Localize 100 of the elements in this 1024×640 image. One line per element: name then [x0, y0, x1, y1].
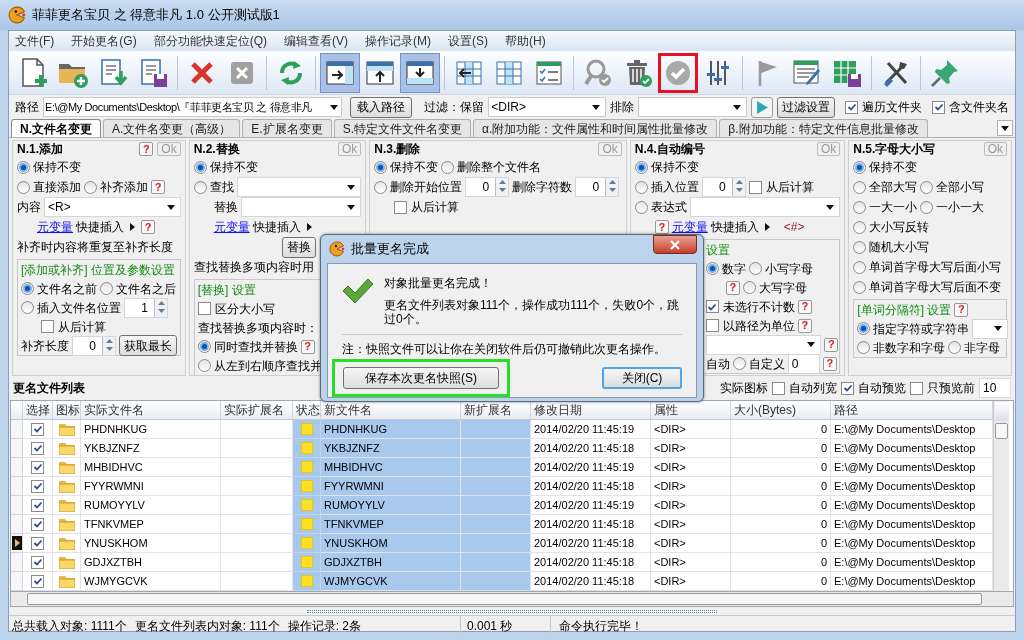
checkbox[interactable]: 遍历文件夹	[845, 98, 922, 116]
column-header[interactable]: 实际文件名	[81, 401, 221, 419]
column-header[interactable]: 实际扩展名	[221, 401, 293, 419]
checkbox[interactable]: 自动预览	[841, 379, 906, 397]
help-button[interactable]: ?	[822, 356, 837, 371]
checkbox[interactable]: 含文件夹名	[932, 98, 1009, 116]
spin-buttons[interactable]	[102, 336, 115, 355]
spin-box[interactable]: 0	[701, 177, 746, 197]
radio-button[interactable]: 单词首字母大写后面不变	[853, 278, 1002, 296]
spin-box[interactable]: 1	[124, 297, 168, 318]
spin-buttons[interactable]	[154, 298, 167, 317]
combo-box[interactable]: <R>	[44, 197, 181, 217]
play-button[interactable]	[751, 96, 773, 118]
toolbar-button[interactable]	[400, 52, 440, 93]
scrollbar[interactable]	[10, 592, 1014, 607]
input-field[interactable]: 0	[787, 353, 820, 374]
row-header-cell[interactable]	[11, 534, 23, 553]
push-button[interactable]: 获取最长	[119, 335, 177, 356]
radio-button[interactable]: 单词首字母大写后面小写	[853, 258, 1002, 276]
menu-item[interactable]: 部分功能快速定位(Q)	[153, 32, 267, 50]
checkbox[interactable]: 自动列宽	[772, 379, 837, 397]
checkbox[interactable]: 区分大小写	[197, 299, 275, 318]
row-header-cell[interactable]	[11, 553, 23, 572]
radio-button[interactable]: 一小一大	[920, 198, 985, 216]
input-field[interactable]: 10	[979, 378, 1011, 398]
help-button[interactable]: ?	[139, 142, 154, 156]
radio-button[interactable]: 大写字母	[742, 278, 807, 297]
checkbox[interactable]: 未选行不计数	[705, 297, 795, 316]
help-button[interactable]: ?	[824, 337, 839, 352]
tab[interactable]: β.附加功能：特定文件信息批量修改	[719, 119, 928, 137]
column-header[interactable]: 选择	[23, 401, 53, 419]
radio-button[interactable]: 保持不变	[193, 158, 258, 176]
radio-button[interactable]: 保持不变	[853, 158, 918, 176]
radio-button[interactable]: 小写字母	[748, 259, 813, 278]
combo-box[interactable]: E:\@My Documents\Desktop\『菲菲更名宝贝 之 得意非凡	[43, 97, 343, 117]
push-button[interactable]: 替换	[281, 236, 316, 258]
radio-button[interactable]: 大小写反转	[853, 218, 930, 236]
row-header-cell[interactable]	[11, 515, 23, 534]
checkbox[interactable]	[31, 441, 44, 455]
radio-button[interactable]: 文件名之后	[100, 279, 176, 298]
tab[interactable]: E.扩展名变更	[242, 119, 332, 137]
row-header-cell[interactable]	[11, 420, 23, 439]
menu-item[interactable]: 开始更名(G)	[71, 32, 137, 50]
scroll-thumb[interactable]	[995, 423, 1008, 439]
row-header-cell[interactable]	[11, 458, 23, 477]
spin-buttons[interactable]	[495, 178, 509, 196]
checkbox[interactable]	[31, 574, 44, 588]
column-header[interactable]: 大小(Bytes)	[731, 401, 831, 419]
row-header-cell[interactable]	[11, 477, 23, 496]
radio-button[interactable]: 自定义	[732, 354, 785, 373]
menu-item[interactable]: 编辑查看(V)	[284, 32, 348, 50]
dialog-button[interactable]: 关闭(C)	[602, 367, 682, 389]
checkbox[interactable]	[31, 422, 44, 436]
menu-item[interactable]: 操作记录(M)	[365, 32, 431, 50]
radio-button[interactable]: 一大一小	[853, 198, 918, 216]
radio-button[interactable]: 插入位置	[634, 178, 699, 196]
checkbox[interactable]: 从后计算	[394, 198, 460, 216]
radio-button[interactable]: 文件名之前	[21, 279, 97, 298]
tab[interactable]: α.附加功能：文件属性和时间属性批量修改	[473, 119, 718, 137]
radio-button[interactable]: 全部大写	[853, 178, 918, 196]
radio-button[interactable]: 补齐添加	[84, 178, 148, 196]
scroll-thumb[interactable]	[27, 593, 982, 605]
column-header[interactable]: 状态	[293, 401, 321, 419]
combo-box[interactable]: <DIR>	[488, 97, 606, 117]
radio-button[interactable]: 同时查找并替换	[197, 337, 298, 356]
row-header-cell[interactable]	[11, 572, 23, 591]
radio-button[interactable]: 非字母	[948, 338, 1001, 357]
checkbox[interactable]	[31, 460, 44, 474]
checkbox[interactable]: 以路径为单位	[705, 316, 795, 335]
radio-button[interactable]: 随机大小写	[853, 238, 930, 256]
tab[interactable]: N.文件名变更	[11, 119, 101, 137]
tab[interactable]: A.文件名变更（高级）	[103, 119, 241, 137]
help-button[interactable]: ?	[725, 280, 740, 295]
checkbox[interactable]	[31, 555, 44, 569]
tab-menu-button[interactable]	[997, 120, 1013, 136]
scrollbar[interactable]	[993, 401, 1009, 591]
menu-item[interactable]: 文件(F)	[15, 32, 55, 50]
radio-button[interactable]: 直接添加	[17, 178, 81, 196]
radio-button[interactable]: 表达式	[634, 198, 687, 216]
radio-button[interactable]: 数字	[705, 259, 746, 278]
toolbar-button[interactable]	[658, 52, 698, 93]
radio-button[interactable]: 删除整个文件名	[441, 158, 542, 176]
filter-settings-button[interactable]: 过滤设置	[777, 96, 835, 118]
close-button[interactable]	[653, 235, 697, 254]
splitter-handle[interactable]	[307, 609, 717, 613]
menu-item[interactable]: 帮助(H)	[505, 32, 546, 50]
help-button[interactable]: ?	[300, 339, 315, 354]
radio-button[interactable]: 非数字和字母	[857, 338, 946, 357]
dialog-button[interactable]: 保存本次更名快照(S)	[343, 367, 499, 389]
radio-button[interactable]: 全部小写	[920, 178, 985, 196]
radio-button[interactable]: 指定字符或字符串	[857, 319, 970, 338]
help-button[interactable]: ?	[141, 220, 155, 234]
help-button[interactable]: ?	[151, 180, 165, 194]
spin-box[interactable]: 0	[72, 335, 116, 356]
radio-button[interactable]: 保持不变	[17, 158, 81, 176]
row-header-cell[interactable]	[11, 439, 23, 458]
radio-button[interactable]: 插入文件名位置	[21, 298, 121, 317]
spin-buttons[interactable]	[605, 178, 619, 196]
link[interactable]: 元变量	[213, 218, 250, 236]
spin-box[interactable]: 0	[465, 177, 510, 197]
